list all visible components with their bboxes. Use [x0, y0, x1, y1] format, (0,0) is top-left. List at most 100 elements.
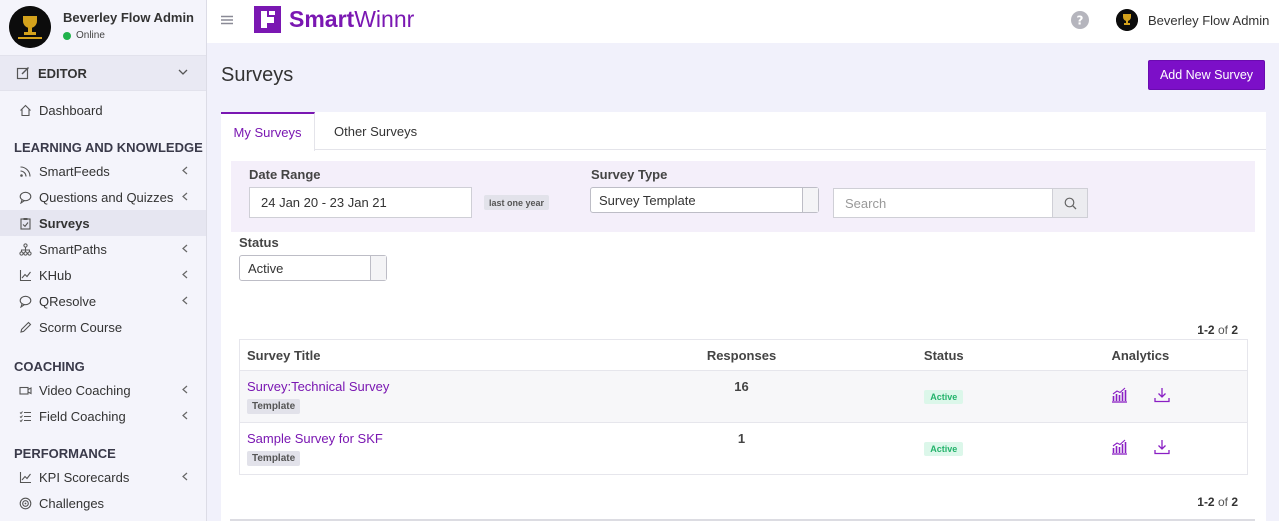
avatar: [9, 6, 51, 48]
sidebar-item-qresolve[interactable]: QResolve: [0, 288, 206, 314]
status-badge: Active: [924, 390, 964, 404]
status-badge: Active: [924, 442, 964, 456]
brand-name-bold: Smart: [289, 6, 355, 32]
col-analytics: Analytics: [1033, 339, 1248, 371]
table-row: Sample Survey for SKF Template 1 Active: [239, 422, 1248, 475]
section-title-learning: LEARNING AND KNOWLEDGE: [14, 139, 203, 155]
status-value: Active: [248, 260, 284, 276]
select-caret-icon: [370, 256, 386, 280]
sidebar-item-label: Surveys: [39, 215, 90, 231]
survey-title-link[interactable]: Survey:Technical Survey: [240, 379, 629, 394]
question-circle-icon: ?: [1071, 11, 1089, 29]
template-tag: Template: [247, 451, 301, 466]
date-range-hint[interactable]: last one year: [484, 195, 550, 210]
clipboard-icon: [20, 217, 31, 230]
date-range-label: Date Range: [249, 167, 321, 182]
pager-range: 1-2: [1197, 495, 1215, 509]
online-dot-icon: [63, 31, 71, 40]
chart-line-icon: [19, 269, 31, 281]
brand-name-light: Winnr: [354, 6, 415, 32]
sidebar-item-label: Field Coaching: [39, 408, 126, 424]
chevron-left-icon: [182, 411, 188, 420]
download-icon[interactable]: [1154, 387, 1170, 403]
edit-icon: [16, 67, 29, 80]
sidebar-item-video-coaching[interactable]: Video Coaching: [0, 377, 206, 403]
survey-type-value: Survey Template: [599, 192, 696, 208]
top-user-name[interactable]: Beverley Flow Admin: [1148, 13, 1269, 28]
download-icon[interactable]: [1154, 439, 1170, 455]
pencil-icon: [20, 321, 32, 333]
page-title: Surveys: [221, 64, 294, 86]
sidebar-item-kpi-scorecards[interactable]: KPI Scorecards: [0, 464, 206, 490]
pagination-bottom: 1-2 of 2: [1197, 495, 1238, 509]
sidebar-item-field-coaching[interactable]: Field Coaching: [0, 403, 206, 429]
chat-icon: [19, 295, 32, 308]
sidebar-user-name: Beverley Flow Admin: [63, 10, 194, 25]
pager-total: 2: [1231, 323, 1238, 337]
responses-count: 16: [629, 370, 854, 423]
menu-toggle[interactable]: [221, 15, 233, 25]
survey-type-select[interactable]: Survey Template: [590, 187, 819, 213]
sidebar-item-dashboard[interactable]: Dashboard: [0, 97, 206, 123]
chat-icon: [19, 191, 32, 204]
add-new-survey-button[interactable]: Add New Survey: [1148, 60, 1265, 90]
sidebar-item-scorm-course[interactable]: Scorm Course: [0, 314, 206, 340]
col-responses[interactable]: Responses: [629, 339, 854, 371]
top-avatar[interactable]: [1116, 9, 1138, 31]
sidebar: Beverley Flow Admin Online EDITOR Dashbo…: [0, 0, 207, 521]
chevron-down-icon: [178, 69, 188, 75]
svg-text:?: ?: [1077, 14, 1084, 28]
surveys-table: Survey Title Responses Status Analytics …: [239, 339, 1248, 475]
tab-other-surveys[interactable]: Other Surveys: [334, 112, 417, 150]
editor-toggle[interactable]: EDITOR: [0, 55, 206, 91]
analytics-chart-icon[interactable]: [1111, 387, 1128, 403]
template-tag: Template: [247, 399, 301, 414]
sidebar-item-label: Challenges: [39, 495, 105, 511]
status-label: Status: [239, 235, 279, 250]
survey-title-link[interactable]: Sample Survey for SKF: [240, 431, 629, 446]
brand-logo[interactable]: SmartWinnr: [254, 6, 414, 33]
chevron-left-icon: [182, 192, 188, 201]
chevron-left-icon: [182, 296, 188, 305]
surveys-card: My Surveys Other Surveys Date Range 24 J…: [221, 112, 1266, 521]
chevron-left-icon: [182, 270, 188, 279]
sidebar-item-surveys[interactable]: Surveys: [0, 210, 206, 236]
top-bar: SmartWinnr ? Beverley Flow Admin: [207, 0, 1279, 43]
help-button[interactable]: ?: [1071, 11, 1089, 29]
search-input[interactable]: Search: [833, 188, 1053, 218]
sidebar-item-label: Questions and Quizzes: [39, 189, 174, 205]
video-icon: [19, 386, 32, 395]
target-icon: [19, 497, 32, 509]
survey-type-label: Survey Type: [591, 167, 668, 182]
editor-label: EDITOR: [38, 65, 87, 81]
survey-tabs: My Surveys Other Surveys: [221, 112, 1266, 151]
col-status[interactable]: Status: [853, 339, 1034, 371]
sidebar-item-questions-quizzes[interactable]: Questions and Quizzes: [0, 184, 206, 210]
tab-my-surveys[interactable]: My Surveys: [221, 112, 315, 151]
sidebar-item-label: QResolve: [39, 293, 97, 309]
status-select[interactable]: Active: [239, 255, 387, 281]
brand-name: SmartWinnr: [289, 6, 414, 33]
chevron-left-icon: [182, 385, 188, 394]
pager-of: of: [1217, 495, 1228, 509]
col-survey-title[interactable]: Survey Title: [239, 339, 630, 371]
sidebar-item-smartpaths[interactable]: SmartPaths: [0, 236, 206, 262]
sidebar-item-label: KHub: [39, 267, 72, 283]
sidebar-item-smartfeeds[interactable]: SmartFeeds: [0, 158, 206, 184]
hamburger-icon: [221, 15, 233, 25]
section-title-coaching: COACHING: [14, 358, 85, 374]
sidebar-item-label: SmartPaths: [39, 241, 107, 257]
analytics-actions: [1034, 371, 1247, 403]
pager-range: 1-2: [1197, 323, 1215, 337]
pager-of: of: [1217, 323, 1228, 337]
sidebar-item-khub[interactable]: KHub: [0, 262, 206, 288]
user-panel: Beverley Flow Admin Online: [0, 0, 206, 55]
sidebar-item-challenges[interactable]: Challenges: [0, 490, 206, 516]
search-button[interactable]: [1052, 188, 1088, 218]
analytics-chart-icon[interactable]: [1111, 439, 1128, 455]
pager-total: 2: [1231, 495, 1238, 509]
analytics-actions: [1034, 423, 1247, 455]
date-range-input[interactable]: 24 Jan 20 - 23 Jan 21: [249, 187, 472, 218]
table-row: Survey:Technical Survey Template 16 Acti…: [239, 370, 1248, 423]
sidebar-item-label: SmartFeeds: [39, 163, 110, 179]
